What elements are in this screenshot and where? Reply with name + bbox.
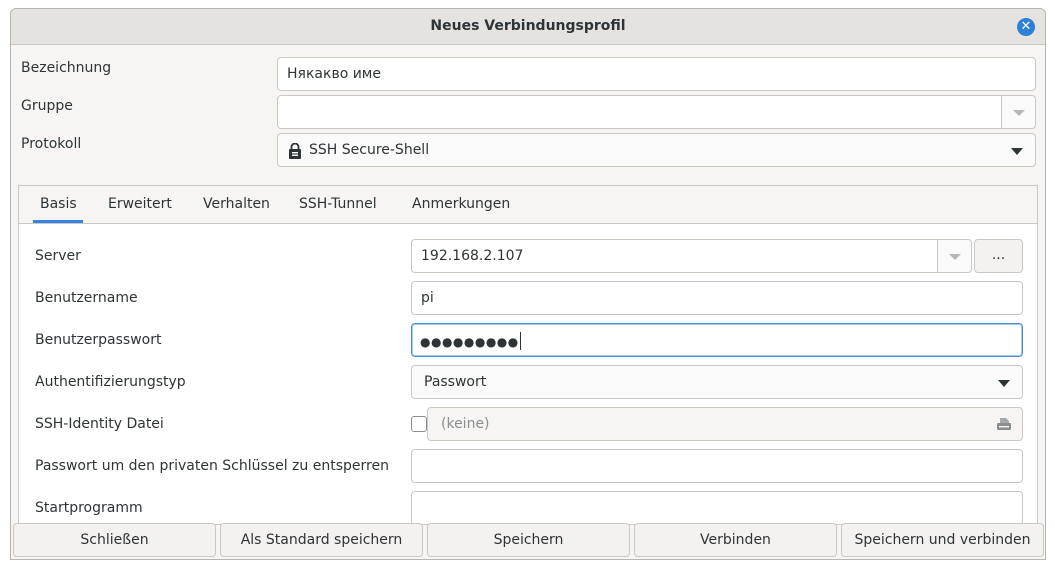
active-tab-indicator bbox=[33, 220, 83, 223]
tab-verhalten[interactable]: Verhalten bbox=[203, 196, 270, 212]
server-combo-dropdown-button[interactable] bbox=[937, 240, 971, 272]
file-icon bbox=[997, 418, 1011, 430]
identity-file-placeholder: (keine) bbox=[441, 416, 490, 432]
tab-basis[interactable]: Basis bbox=[40, 196, 77, 212]
server-value: 192.168.2.107 bbox=[421, 248, 524, 264]
key-password-label: Passwort um den privaten Schlüssel zu en… bbox=[35, 458, 389, 474]
server-browse-button[interactable]: ... bbox=[974, 239, 1023, 273]
save-button[interactable]: Speichern bbox=[427, 523, 630, 557]
password-mask: ●●●●●●●●● bbox=[420, 330, 521, 351]
server-combo[interactable]: 192.168.2.107 bbox=[411, 239, 972, 273]
username-input[interactable]: pi bbox=[411, 281, 1023, 315]
password-label: Benutzerpasswort bbox=[35, 332, 162, 348]
close-icon[interactable]: ✕ bbox=[1017, 18, 1035, 36]
dialog-window: Neues Verbindungsprofil ✕ Bezeichnung Ня… bbox=[10, 8, 1046, 560]
close-button[interactable]: Schließen bbox=[13, 523, 216, 557]
protocol-value: SSH Secure-Shell bbox=[309, 142, 430, 158]
lock-icon bbox=[289, 143, 301, 159]
name-input[interactable]: Някакво име bbox=[277, 57, 1036, 91]
auth-type-dropdown[interactable]: Passwort bbox=[411, 365, 1023, 399]
group-label: Gruppe bbox=[21, 98, 73, 114]
settings-notebook: Basis Erweitert Verhalten SSH-Tunnel Anm… bbox=[18, 185, 1038, 525]
key-password-input[interactable] bbox=[411, 449, 1023, 483]
tab-erweitert[interactable]: Erweitert bbox=[108, 196, 172, 212]
identity-file-label: SSH-Identity Datei bbox=[35, 416, 164, 432]
save-and-connect-button[interactable]: Speichern und verbinden bbox=[841, 523, 1044, 557]
title-bar: Neues Verbindungsprofil ✕ bbox=[11, 9, 1045, 45]
chevron-down-icon bbox=[1013, 110, 1025, 116]
username-label: Benutzername bbox=[35, 290, 138, 306]
group-combo[interactable] bbox=[277, 95, 1036, 129]
tab-anmerkungen[interactable]: Anmerkungen bbox=[412, 196, 510, 212]
server-label: Server bbox=[35, 248, 81, 264]
dialog-title: Neues Verbindungsprofil bbox=[430, 18, 626, 34]
tab-bar: Basis Erweitert Verhalten SSH-Tunnel Anm… bbox=[19, 186, 1037, 224]
protocol-dropdown[interactable]: SSH Secure-Shell bbox=[277, 133, 1036, 167]
chevron-down-icon bbox=[949, 254, 961, 260]
name-label: Bezeichnung bbox=[21, 60, 112, 76]
group-combo-dropdown-button[interactable] bbox=[1001, 96, 1035, 128]
save-as-default-button[interactable]: Als Standard speichern bbox=[220, 523, 423, 557]
protocol-label: Protokoll bbox=[21, 136, 82, 152]
name-input-value: Някакво име bbox=[287, 66, 381, 82]
auth-type-label: Authentifizierungstyp bbox=[35, 374, 186, 390]
startprogram-input[interactable] bbox=[411, 491, 1023, 525]
identity-file-chooser[interactable]: (keine) bbox=[427, 407, 1023, 441]
tab-ssh-tunnel[interactable]: SSH-Tunnel bbox=[299, 196, 377, 212]
chevron-down-icon bbox=[998, 380, 1010, 387]
auth-type-value: Passwort bbox=[424, 374, 487, 390]
text-cursor bbox=[519, 332, 521, 350]
connect-button[interactable]: Verbinden bbox=[634, 523, 837, 557]
password-input[interactable]: ●●●●●●●●● bbox=[411, 323, 1023, 357]
identity-file-checkbox[interactable] bbox=[411, 416, 427, 432]
username-value: pi bbox=[421, 290, 434, 306]
chevron-down-icon bbox=[1011, 148, 1023, 155]
startprogram-label: Startprogramm bbox=[35, 500, 143, 516]
